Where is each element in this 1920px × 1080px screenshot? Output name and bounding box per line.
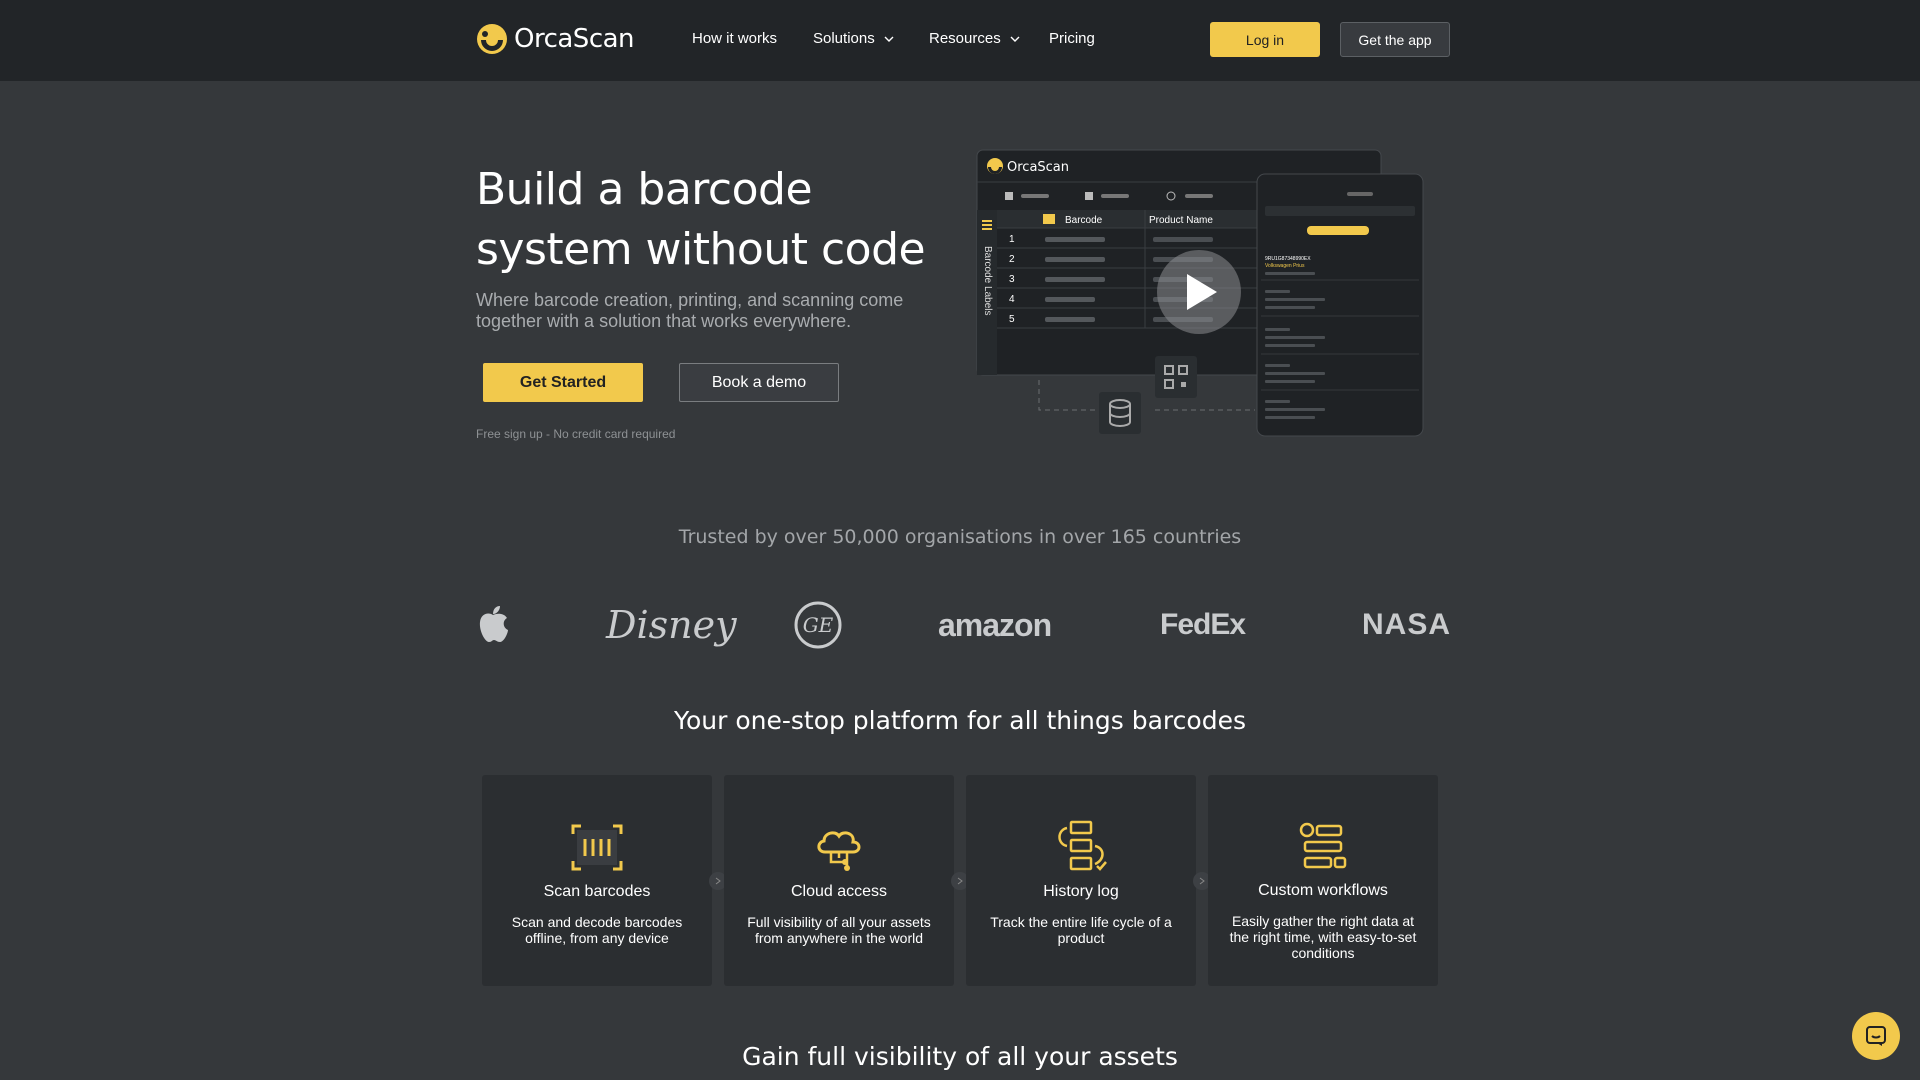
platform-title: Your one-stop platform for all things ba… [674, 706, 1246, 735]
preview-row-1: 1 [1009, 234, 1015, 245]
fedex-logo-text: FedEx [1160, 608, 1246, 641]
preview-mobile-code: 9RU1G87348990EX [1265, 256, 1311, 262]
apple-logo-icon [479, 606, 508, 642]
chevron-down-icon [1010, 36, 1020, 42]
svg-text:GE: GE [803, 613, 834, 637]
nav-solutions[interactable]: Solutions [813, 30, 895, 47]
nasa-logo: NASA [1362, 595, 1451, 655]
preview-sidebar-label: Barcode Labels [982, 246, 993, 316]
preview-row-5: 5 [1009, 314, 1015, 325]
login-button[interactable]: Log in [1210, 22, 1320, 57]
nav-how-it-works-label: How it works [692, 30, 778, 47]
nav-resources[interactable]: Resources [929, 30, 1021, 47]
chat-icon [1866, 1026, 1886, 1046]
amazon-logo: amazon [938, 595, 1052, 655]
fedex-logo: FedEx [1160, 595, 1246, 655]
chat-button[interactable] [1852, 1012, 1900, 1060]
preview-row-2: 2 [1009, 254, 1015, 265]
visibility-title: Gain full visibility of all your assets [742, 1042, 1178, 1071]
scan-barcode-icon [571, 824, 623, 871]
feature-card-cloud[interactable]: Cloud access Full visibility of all your… [724, 775, 954, 986]
preview-row-3: 3 [1009, 274, 1015, 285]
customer-logos: Disney GE amazon FedEx NASA [0, 595, 1920, 655]
product-preview: OrcaScan Barcode Labels Barcode Product … [975, 148, 1425, 448]
preview-app-name: OrcaScan [1007, 160, 1069, 175]
ge-logo: GE [794, 595, 842, 655]
signup-note: Free sign up - No credit card required [476, 427, 676, 441]
feature-card-history[interactable]: History log Track the entire life cycle … [966, 775, 1196, 986]
hero-title-line1: Build a barcode [476, 164, 813, 215]
hero-title: Build a barcode system without code [476, 160, 956, 280]
chevron-down-icon [884, 36, 894, 42]
amazon-logo-text: amazon [938, 606, 1052, 643]
nasa-logo-text: NASA [1362, 608, 1452, 641]
disney-logo: Disney [606, 595, 737, 655]
nav-pricing[interactable]: Pricing [1049, 30, 1095, 47]
feature-card-title: Cloud access [790, 883, 888, 900]
feature-card-workflows[interactable]: Custom workflows Easily gather the right… [1208, 775, 1438, 986]
feature-card-title: Custom workflows [1258, 882, 1388, 899]
hero-subtitle: Where barcode creation, printing, and sc… [476, 290, 904, 331]
nav-resources-label: Resources [929, 30, 1001, 47]
preview-col-product: Product Name [1149, 215, 1213, 226]
orcascan-logo[interactable]: OrcaScan [476, 22, 635, 56]
hero-title-line2: system without code [476, 224, 926, 275]
product-preview-graphic: OrcaScan Barcode Labels Barcode Product … [976, 149, 1424, 437]
get-started-button[interactable]: Get Started [483, 363, 643, 402]
workflow-icon [1299, 822, 1347, 869]
nav-how-it-works[interactable]: How it works [692, 30, 777, 47]
orcascan-logo-icon [477, 24, 507, 54]
history-icon [1058, 820, 1107, 871]
book-demo-button[interactable]: Book a demo [679, 363, 839, 402]
disney-logo-text: Disney [606, 603, 737, 647]
top-navbar: OrcaScan How it works Solutions Resource… [0, 0, 1920, 81]
get-the-app-button[interactable]: Get the app [1340, 22, 1450, 57]
feature-card-title: History log [1043, 883, 1119, 900]
feature-card-title: Scan barcodes [543, 883, 651, 900]
feature-card-desc: Scan and decode barcodes offline, from a… [511, 914, 683, 946]
apple-logo [476, 595, 510, 655]
cloud-icon [817, 831, 861, 871]
feature-card-desc: Easily gather the right data at the righ… [1229, 913, 1417, 961]
preview-row-4: 4 [1009, 294, 1015, 305]
nav-pricing-label: Pricing [1049, 30, 1095, 47]
feature-card-scan[interactable]: Scan barcodes Scan and decode barcodes o… [482, 775, 712, 986]
ge-logo-icon: GE [794, 601, 842, 649]
logo-text: OrcaScan [514, 24, 635, 54]
feature-card-desc: Full visibility of all your assets from … [747, 914, 931, 946]
preview-col-barcode: Barcode [1065, 215, 1103, 226]
nav-solutions-label: Solutions [813, 30, 875, 47]
preview-mobile-name: Volkswagen Prius [1265, 263, 1305, 269]
trusted-text: Trusted by over 50,000 organisations in … [678, 526, 1242, 548]
feature-card-desc: Track the entire life cycle of a product [990, 914, 1172, 946]
